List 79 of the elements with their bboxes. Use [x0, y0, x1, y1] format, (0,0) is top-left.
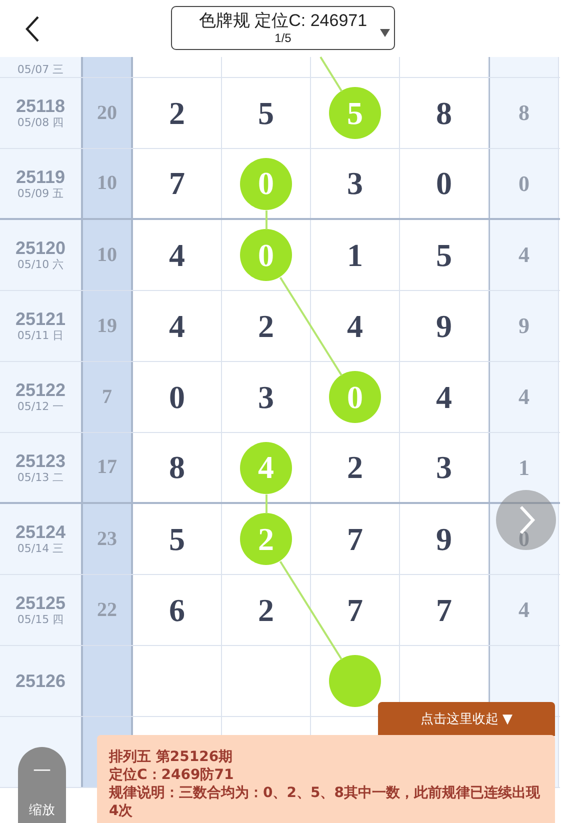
digit-value: 6 [169, 592, 185, 628]
digit-value: 7 [169, 165, 185, 202]
digit-value: 3 [436, 449, 452, 486]
digit-value: 0 [436, 165, 452, 202]
issue-date: 05/07 三 [17, 63, 64, 77]
digit-value: 3 [258, 378, 274, 416]
position-text: 定位C：2469防71 [109, 766, 235, 784]
digit-value: 5 [169, 520, 185, 558]
digit-value: 4 [169, 308, 185, 344]
digit-value: 7 [436, 592, 452, 628]
issue-number: 25121 [15, 309, 66, 329]
highlight-ball: 4 [240, 442, 292, 494]
digit-value: 2 [347, 449, 363, 486]
panel-title: 排列五 第25126期 [109, 748, 234, 766]
issue-number: 25122 [15, 380, 66, 400]
tail-value: 8 [518, 100, 530, 126]
digit-value: 4 [436, 378, 452, 416]
title-selector[interactable]: 色牌规 定位C: 246971 1/5 [171, 6, 395, 50]
digit-value: 0 [169, 378, 185, 416]
connector-line [320, 56, 343, 92]
digit-value: 5 [258, 94, 274, 132]
digit-value: 2 [258, 308, 274, 344]
digit-value: 8 [169, 449, 185, 486]
sum-value: 23 [97, 528, 117, 550]
issue-date: 05/14 三 [17, 542, 64, 556]
issue-date: 05/08 四 [17, 116, 64, 130]
sum-value: 19 [97, 314, 117, 338]
issue-number: 25126 [15, 671, 66, 691]
issue-number: 25124 [15, 522, 66, 542]
connector-line [266, 210, 268, 230]
highlight-ball: 0 [329, 371, 381, 423]
zoom-button[interactable]: — 缩放 [18, 747, 66, 823]
issue-date: 05/13 二 [17, 470, 64, 484]
highlight-ball: 2 [240, 513, 292, 565]
rule-text: 规律说明：三数合均为：0、2、5、8其中一数，此前规律已连续出现4次 [109, 784, 541, 820]
digit-value: 4 [347, 308, 363, 344]
sum-value: 22 [97, 598, 117, 622]
issue-date: 05/11 日 [17, 329, 64, 343]
digit-value: 9 [436, 520, 452, 558]
connector-line [266, 494, 268, 514]
issue-number: 25123 [15, 450, 66, 470]
tail-value: 4 [518, 384, 530, 410]
caret-icon [380, 29, 390, 37]
collapse-button[interactable]: 点击这里收起 ▼ [378, 702, 555, 736]
tail-value: 0 [518, 170, 530, 196]
digit-value: 4 [169, 236, 185, 274]
digit-value: 1 [347, 236, 363, 274]
issue-date: 05/15 四 [17, 613, 64, 627]
back-icon[interactable] [24, 14, 40, 42]
tail-value: 4 [518, 597, 530, 623]
sum-value: 20 [97, 102, 117, 124]
highlight-ball: 0 [240, 229, 292, 281]
chart-title: 色牌规 定位C: 246971 [198, 10, 368, 30]
page-indicator: 1/5 [274, 30, 292, 46]
sum-value: 17 [97, 456, 117, 479]
digit-value: 7 [347, 592, 363, 628]
sum-value: 10 [97, 244, 117, 266]
issue-number: 25119 [16, 166, 66, 186]
digit-value: 3 [347, 165, 363, 202]
digit-value: 7 [347, 520, 363, 558]
sum-value: 7 [102, 386, 112, 408]
issue-number: 25120 [15, 238, 66, 258]
tail-value: 1 [518, 454, 530, 480]
tail-value: 9 [518, 313, 530, 339]
digit-value: 9 [436, 308, 452, 344]
digit-value: 2 [169, 94, 185, 132]
issue-date: 05/09 五 [17, 186, 64, 200]
digit-value: 2 [258, 592, 274, 628]
sum-value: 10 [97, 172, 117, 195]
digit-value: 8 [436, 94, 452, 132]
next-button[interactable] [496, 490, 556, 550]
issue-date: 05/12 一 [17, 400, 64, 414]
highlight-ball: 5 [329, 87, 381, 139]
tail-value: 4 [518, 242, 530, 268]
issue-number: 25125 [15, 593, 66, 613]
issue-number: 25118 [16, 96, 66, 116]
digit-value: 5 [436, 236, 452, 274]
highlight-ball: 0 [240, 158, 292, 210]
issue-date: 05/10 六 [17, 258, 64, 272]
